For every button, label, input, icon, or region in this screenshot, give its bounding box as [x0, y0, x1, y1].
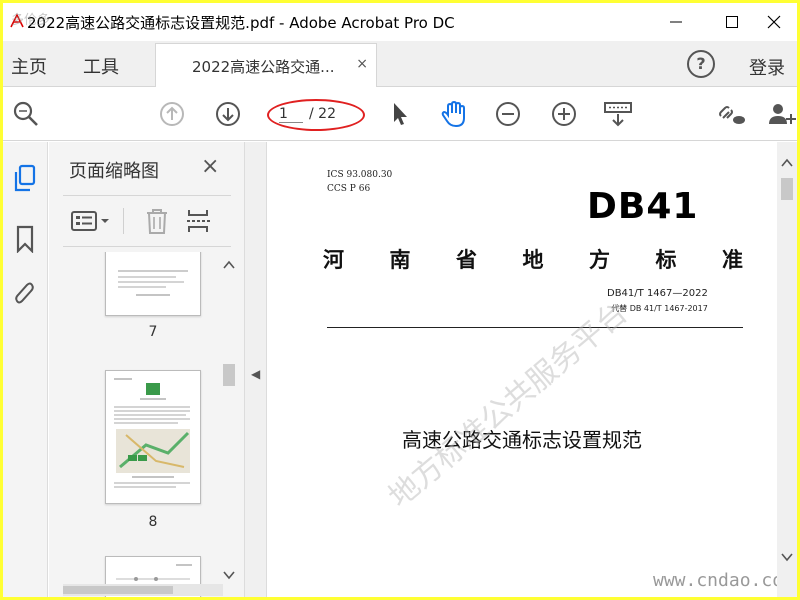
plus-circle-icon	[552, 102, 576, 126]
document-view[interactable]: ICS 93.080.30 CCS P 66 DB41 河 南 省 地 方 标 …	[267, 142, 797, 597]
window-title: 2022高速公路交通标志设置规范.pdf - Adobe Acrobat Pro…	[27, 14, 455, 32]
thumbnail-list: 7 8	[49, 252, 245, 597]
standard-type-char: 标	[655, 248, 677, 272]
thumbnail-scrollbar[interactable]	[219, 254, 239, 584]
bookmarks-button[interactable]	[11, 224, 39, 254]
navigation-rail	[3, 142, 48, 597]
document-tab[interactable]: 2022高速公路交通... ×	[155, 43, 377, 87]
trash-icon	[147, 209, 167, 234]
corner-watermark: 多伦多	[11, 13, 51, 28]
minus-circle-icon	[496, 102, 520, 126]
search-icon	[13, 101, 38, 126]
panel-divider	[63, 195, 231, 196]
standard-type-char: 地	[522, 248, 544, 272]
cursor-arrow-icon	[394, 103, 407, 125]
tab-bar: 主页 工具 2022高速公路交通... × ? 登录	[3, 41, 797, 87]
zoom-out-button[interactable]	[493, 99, 523, 129]
minimize-button[interactable]	[653, 3, 699, 41]
ccs-code: CCS P 66	[327, 184, 371, 194]
thumbnail-page-7[interactable]	[105, 252, 201, 316]
share-link-button[interactable]	[717, 99, 747, 129]
select-tool-button[interactable]	[385, 99, 415, 129]
hand-tool-button[interactable]	[439, 99, 469, 129]
thumbnail-preview	[118, 270, 188, 296]
scroll-mode-button[interactable]	[603, 99, 633, 129]
thumbnail-preview	[114, 378, 190, 488]
search-button[interactable]	[11, 99, 41, 129]
previous-page-button[interactable]	[157, 99, 187, 129]
extract-pages-button[interactable]	[183, 206, 215, 236]
bookmark-icon	[16, 225, 34, 253]
document-tab-label: 2022高速公路交通...	[192, 58, 335, 76]
link-cloud-icon	[719, 106, 745, 124]
standard-type-char: 方	[589, 248, 610, 272]
panel-collapse-handle[interactable]: ◀	[245, 142, 267, 597]
standard-type-char: 南	[389, 248, 411, 272]
next-page-button[interactable]	[213, 99, 243, 129]
document-scrollbar[interactable]	[777, 142, 797, 597]
scrollbar-thumb[interactable]	[63, 586, 173, 594]
standard-code: DB41	[587, 186, 699, 227]
panel-divider	[63, 246, 231, 247]
document-tab-close-button[interactable]: ×	[356, 56, 368, 72]
list-options-icon	[71, 211, 109, 231]
thumbnail-page-number: 7	[148, 324, 158, 340]
help-button[interactable]: ?	[687, 50, 715, 78]
thumbnail-page-number: 8	[148, 514, 158, 530]
classification-codes: ICS 93.080.30 CCS P 66	[327, 168, 392, 196]
thumbnail-panel: 页面缩略图 × 7 8	[49, 142, 245, 597]
toolbar-divider	[123, 208, 124, 234]
page-thumbnails-button[interactable]	[11, 164, 39, 194]
login-button[interactable]: 登录	[749, 54, 785, 80]
red-annotation-oval	[267, 99, 365, 131]
thumbnail-options-button[interactable]	[69, 206, 115, 236]
scrollbar-track	[223, 260, 235, 580]
zoom-in-button[interactable]	[549, 99, 579, 129]
maximize-button[interactable]	[709, 3, 755, 41]
main-toolbar: 1 / 22	[3, 87, 797, 141]
close-window-button[interactable]	[751, 3, 797, 41]
minimize-icon	[670, 21, 682, 23]
thumbnail-horizontal-scrollbar[interactable]	[63, 584, 223, 596]
hand-icon	[441, 100, 465, 128]
arrow-down-circle-icon	[216, 102, 240, 126]
user-add-icon	[769, 104, 796, 124]
extract-pages-icon	[187, 210, 211, 232]
document-title: 高速公路交通标志设置规范	[402, 428, 642, 452]
pdf-page: ICS 93.080.30 CCS P 66 DB41 河 南 省 地 方 标 …	[267, 142, 794, 597]
collapse-arrow-icon: ◀	[251, 367, 261, 381]
standard-type-char: 准	[722, 248, 743, 272]
share-user-button[interactable]	[767, 99, 797, 129]
panel-close-button[interactable]: ×	[201, 154, 219, 179]
thumbnail-page-8[interactable]	[105, 370, 201, 504]
pages-icon	[14, 164, 36, 192]
standard-number: DB41/T 1467—2022	[607, 288, 708, 299]
paperclip-icon	[15, 282, 34, 304]
standard-type-char: 河	[323, 248, 344, 272]
title-bar: 2022高速公路交通标志设置规范.pdf - Adobe Acrobat Pro…	[3, 3, 797, 41]
diagonal-watermark: 地方标准公共服务平台	[382, 295, 635, 515]
attachments-button[interactable]	[11, 280, 39, 310]
standard-type-char: 省	[456, 248, 477, 272]
menu-home[interactable]: 主页	[11, 53, 47, 79]
delete-pages-button[interactable]	[141, 206, 173, 236]
ics-code: ICS 93.080.30	[327, 170, 393, 180]
site-watermark: www.cndao.com	[653, 570, 794, 591]
standard-type: 河 南 省 地 方 标 准	[323, 244, 743, 274]
close-icon	[767, 15, 781, 29]
header-rule	[327, 327, 743, 328]
panel-title: 页面缩略图	[69, 161, 159, 182]
acrobat-window: 2022高速公路交通标志设置规范.pdf - Adobe Acrobat Pro…	[3, 3, 797, 597]
scrollbar-track	[781, 158, 793, 562]
menu-tools[interactable]: 工具	[83, 53, 119, 79]
maximize-icon	[726, 16, 738, 28]
arrow-up-circle-icon	[160, 102, 184, 126]
keyboard-scroll-icon	[604, 102, 632, 127]
